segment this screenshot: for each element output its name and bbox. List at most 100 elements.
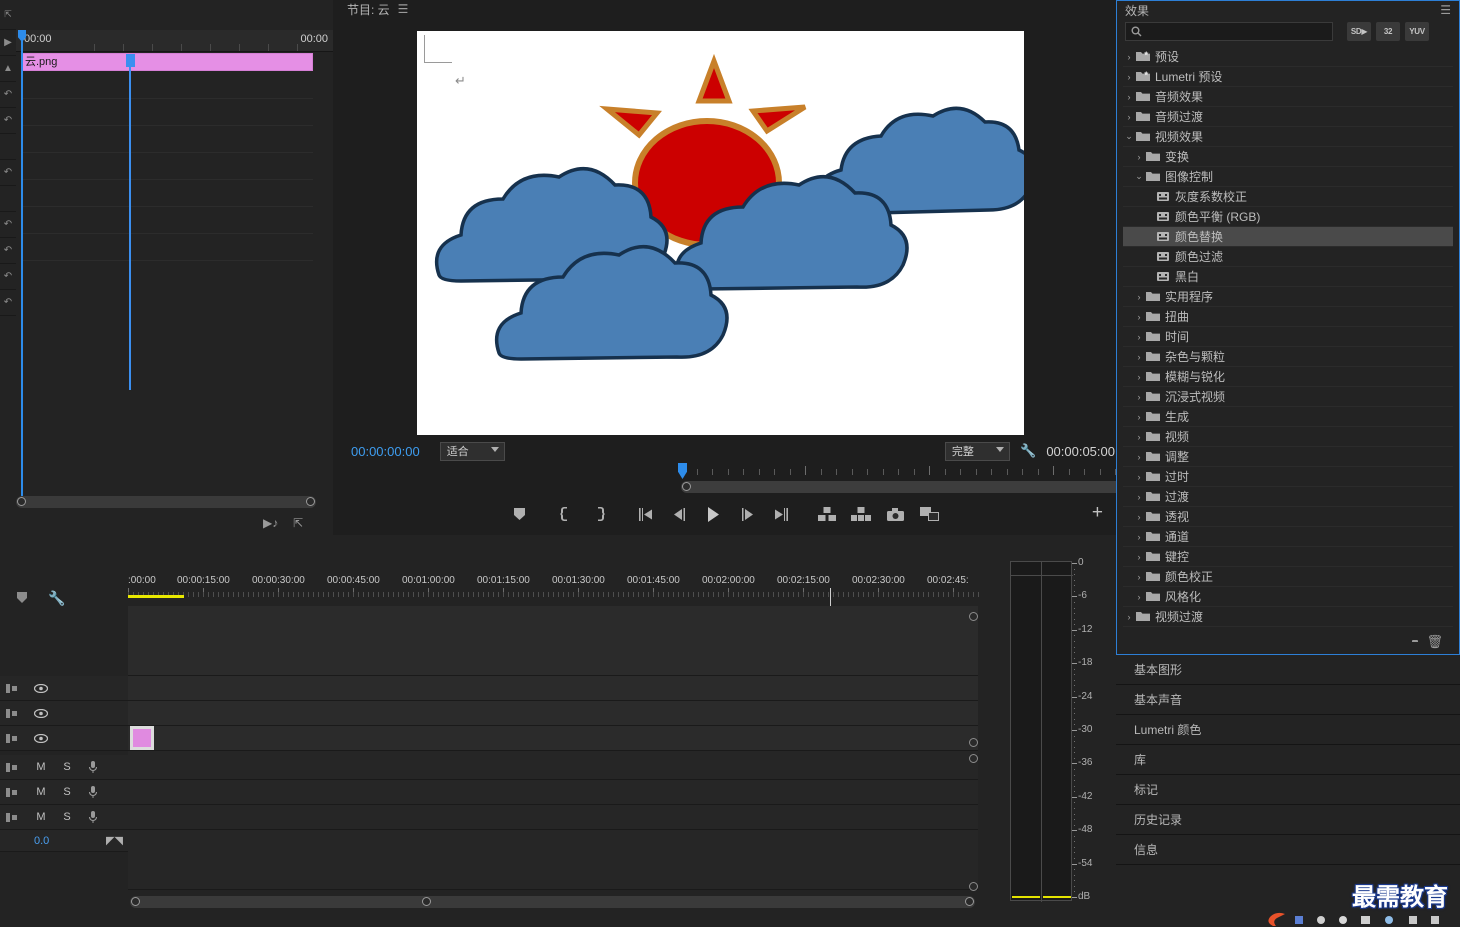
track-target-icon[interactable] xyxy=(0,683,22,693)
timeline-track-lane-a3[interactable] xyxy=(128,805,978,830)
mute-button[interactable]: M xyxy=(30,761,52,773)
effect-folder[interactable]: › 颜色校正 xyxy=(1123,567,1453,587)
track-resize-handle[interactable] xyxy=(969,882,978,891)
timeline-track-lane-v2[interactable] xyxy=(128,701,978,726)
mark-in-button[interactable] xyxy=(548,499,582,529)
timeline-clip-item[interactable] xyxy=(130,726,154,750)
chevron-right-icon[interactable]: › xyxy=(1123,612,1135,622)
chevron-right-icon[interactable]: › xyxy=(1133,552,1145,562)
chevron-right-icon[interactable]: › xyxy=(1123,72,1135,82)
go-to-out-button[interactable] xyxy=(764,499,798,529)
program-monitor-canvas[interactable]: ↵ xyxy=(417,31,1024,435)
source-time-ruler[interactable]: 00:00 00:00 xyxy=(16,30,333,52)
chevron-right-icon[interactable]: › xyxy=(1133,372,1145,382)
timeline-settings-button[interactable]: 🔧 xyxy=(48,590,65,607)
step-back-button[interactable] xyxy=(662,499,696,529)
video-track-header-v3[interactable] xyxy=(0,676,128,701)
zoom-level-dropdown[interactable]: 适合 xyxy=(439,441,505,461)
video-track-header-v2[interactable] xyxy=(0,701,128,726)
go-to-in-button[interactable] xyxy=(628,499,662,529)
effect-folder[interactable]: › 过时 xyxy=(1123,467,1453,487)
effect-folder[interactable]: › 调整 xyxy=(1123,447,1453,467)
scroll-knob-left[interactable] xyxy=(17,497,26,506)
rail-collapse-icon[interactable]: ▲ xyxy=(0,56,16,82)
chevron-right-icon[interactable]: › xyxy=(1133,352,1145,362)
effect-folder[interactable]: › 风格化 xyxy=(1123,587,1453,607)
wrench-icon[interactable]: 🔧 xyxy=(1020,443,1036,459)
32bit-color-filter[interactable]: 32 xyxy=(1376,22,1400,41)
source-playhead[interactable] xyxy=(21,30,23,505)
button-editor-button[interactable]: + xyxy=(1092,503,1103,522)
tl-scroll-knob-right[interactable] xyxy=(965,897,974,906)
step-forward-button[interactable] xyxy=(730,499,764,529)
quality-dropdown[interactable]: 完整 xyxy=(944,441,1011,461)
track-resize-handle[interactable] xyxy=(969,612,978,621)
collapsed-panel-tab[interactable]: 信息 xyxy=(1116,835,1460,865)
timeline-track-lane-v1[interactable] xyxy=(128,726,978,751)
chevron-right-icon[interactable]: › xyxy=(1133,592,1145,602)
chevron-right-icon[interactable]: › xyxy=(1133,432,1145,442)
audio-track-header-a1[interactable]: M S xyxy=(0,755,128,780)
effect-folder[interactable]: › 视频过渡 xyxy=(1123,607,1453,627)
mute-button[interactable]: M xyxy=(30,786,52,798)
effect-folder[interactable]: › 视频 xyxy=(1123,427,1453,447)
rail-undo-icon-5[interactable]: ↶ xyxy=(0,238,16,264)
hamburger-icon[interactable]: ☰ xyxy=(1440,3,1451,17)
rail-play-icon[interactable]: ▶ xyxy=(0,30,16,56)
effect-folder[interactable]: › 音频过渡 xyxy=(1123,107,1453,127)
eye-icon[interactable] xyxy=(30,683,52,693)
rail-undo-icon-3[interactable]: ↶ xyxy=(0,160,16,186)
effect-item[interactable]: 黑白 xyxy=(1123,267,1453,287)
track-target-icon[interactable] xyxy=(0,787,22,797)
chevron-right-icon[interactable]: › xyxy=(1133,452,1145,462)
zoom-knob-left[interactable] xyxy=(682,482,691,491)
microphone-icon[interactable] xyxy=(82,761,104,773)
effect-item[interactable]: 灰度系数校正 xyxy=(1123,187,1453,207)
comparison-view-button[interactable] xyxy=(912,499,946,529)
chevron-right-icon[interactable]: › xyxy=(1133,492,1145,502)
effect-item[interactable]: 颜色平衡 (RGB) xyxy=(1123,207,1453,227)
microphone-icon[interactable] xyxy=(82,786,104,798)
timeline-track-lane-a2[interactable] xyxy=(128,780,978,805)
keyframe-nav-icon[interactable]: ◤◥ xyxy=(106,834,123,847)
mute-button[interactable]: M xyxy=(30,811,52,823)
rail-undo-icon-7[interactable]: ↶ xyxy=(0,290,16,316)
mark-out-button[interactable] xyxy=(582,499,616,529)
track-target-icon[interactable] xyxy=(0,708,22,718)
effect-folder[interactable]: ⌄ 图像控制 xyxy=(1123,167,1453,187)
rail-undo-icon-1[interactable]: ↶ xyxy=(0,82,16,108)
work-area-bar[interactable] xyxy=(128,595,184,598)
effect-item[interactable]: 颜色过滤 xyxy=(1123,247,1453,267)
yuv-effects-filter[interactable]: YUV xyxy=(1405,22,1429,41)
track-target-icon[interactable] xyxy=(0,733,22,743)
microphone-icon[interactable] xyxy=(82,811,104,823)
effect-folder[interactable]: › 预设 xyxy=(1123,47,1453,67)
audio-track-header-a2[interactable]: M S xyxy=(0,780,128,805)
chevron-right-icon[interactable]: › xyxy=(1123,112,1135,122)
rail-undo-icon-2[interactable]: ↶ xyxy=(0,108,16,134)
source-clip-item[interactable]: 云.png xyxy=(21,53,313,71)
timeline-playhead[interactable] xyxy=(129,55,131,390)
chevron-right-icon[interactable]: › xyxy=(1133,152,1145,162)
effect-item[interactable]: 颜色替换 xyxy=(1123,227,1453,247)
source-horizontal-scrollbar[interactable] xyxy=(16,496,316,508)
effect-folder[interactable]: › 沉浸式视频 xyxy=(1123,387,1453,407)
play-stop-button[interactable] xyxy=(696,499,730,529)
track-resize-handle[interactable] xyxy=(969,754,978,763)
track-target-icon[interactable] xyxy=(0,812,22,822)
export-icon[interactable]: ⇱ xyxy=(293,516,303,530)
chevron-right-icon[interactable]: › xyxy=(1133,292,1145,302)
solo-button[interactable]: S xyxy=(56,761,78,773)
lift-button[interactable] xyxy=(810,499,844,529)
chevron-right-icon[interactable]: › xyxy=(1133,332,1145,342)
effect-folder[interactable]: › 音频效果 xyxy=(1123,87,1453,107)
effect-folder[interactable]: › 键控 xyxy=(1123,547,1453,567)
chevron-right-icon[interactable]: › xyxy=(1123,92,1135,102)
track-resize-handle[interactable] xyxy=(969,738,978,747)
chevron-right-icon[interactable]: › xyxy=(1133,472,1145,482)
audio-track-header-a3[interactable]: M S xyxy=(0,805,128,830)
delete-custom-item-button[interactable]: 🗑 xyxy=(1426,634,1443,650)
effect-folder[interactable]: › 时间 xyxy=(1123,327,1453,347)
marker-button[interactable] xyxy=(16,591,28,609)
export-frame-button[interactable] xyxy=(878,499,912,529)
